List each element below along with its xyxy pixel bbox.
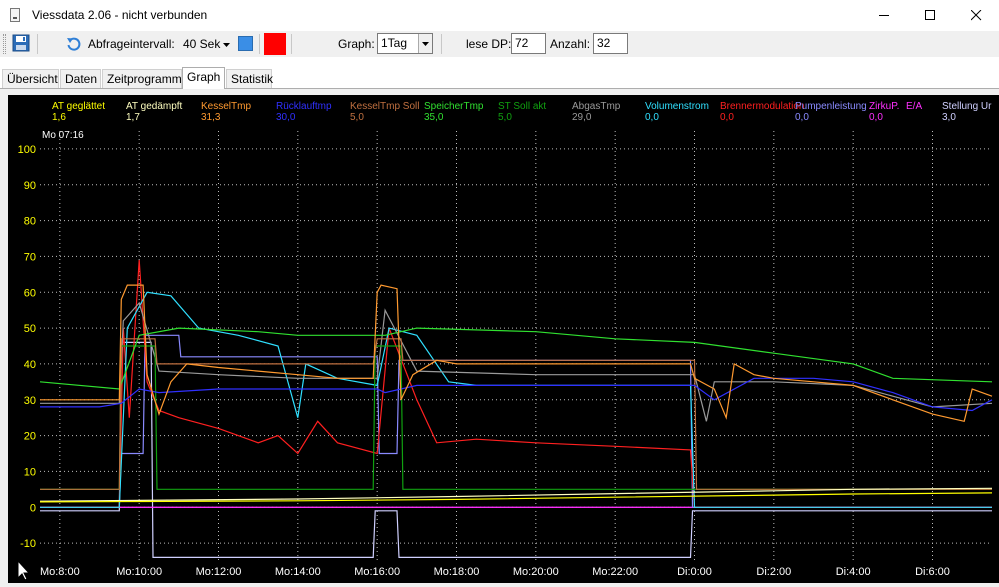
toolbar-separator — [441, 34, 442, 54]
x-tick-label: Mo:20:00 — [513, 566, 559, 578]
maximize-button[interactable] — [907, 0, 953, 31]
legend-series-value: 0,0 — [645, 112, 659, 123]
save-button[interactable] — [12, 34, 30, 52]
refresh-interval-icon[interactable] — [65, 35, 83, 53]
legend-series-name[interactable]: SpeicherTmp — [424, 101, 484, 112]
x-tick-label: Mo:22:00 — [592, 566, 638, 578]
y-tick-label: 90 — [24, 180, 36, 192]
legend-series-value: 0,0 — [720, 112, 734, 123]
connection-status-indicator — [264, 33, 286, 55]
legend-series-name[interactable]: Volumenstrom — [645, 101, 709, 112]
legend-series-value: 1,6 — [52, 112, 66, 123]
app-icon — [10, 8, 20, 22]
floppy-disk-icon — [12, 34, 30, 52]
interval-value[interactable]: 40 Sek — [183, 37, 220, 51]
chart-background — [8, 95, 999, 583]
anzahl-label: Anzahl: — [550, 37, 591, 51]
toolbar-grip[interactable] — [3, 34, 6, 54]
y-tick-label: 0 — [30, 502, 36, 514]
x-tick-label: Mo:18:00 — [434, 566, 480, 578]
chevron-down-icon[interactable] — [418, 34, 432, 53]
x-tick-label: Di:2:00 — [756, 566, 791, 578]
x-tick-label: Mo:16:00 — [354, 566, 400, 578]
lese-dp-input[interactable]: 72 — [511, 33, 546, 54]
chart-canvas[interactable]: -10 0 10 20 30 40 50 60 70 80 90 100 Mo:8:00 Mo:10:00… — [8, 95, 999, 583]
legend-series-name[interactable]: KesselTmp Soll — [350, 101, 419, 112]
toolbar-separator — [37, 34, 38, 54]
y-tick-label: 60 — [24, 287, 36, 299]
toolbar: Abfrageintervall: 40 Sek Graph: 1Tag les… — [0, 31, 999, 57]
legend-series-value: 35,0 — [424, 112, 444, 123]
tab-daten[interactable]: Daten — [60, 69, 101, 88]
legend-series-name[interactable]: Stellung Ur — [942, 101, 992, 112]
maximize-icon — [924, 10, 935, 20]
toolbar-separator — [291, 34, 292, 54]
legend-series-value: 0,0 — [869, 112, 883, 123]
graph-range-select[interactable]: 1Tag — [377, 33, 433, 54]
title-bar: Viessdata 2.06 - nicht verbunden — [0, 0, 999, 31]
y-tick-label: 20 — [24, 431, 36, 443]
mouse-cursor-icon — [17, 559, 31, 584]
minimize-button[interactable] — [861, 0, 907, 31]
legend-series-value: 0,0 — [795, 112, 809, 123]
tab-zeitprogramme[interactable]: Zeitprogramme — [102, 69, 188, 88]
y-tick-label: -10 — [20, 538, 36, 550]
lese-dp-label: lese DP: — [466, 37, 512, 51]
y-tick-label: 50 — [24, 323, 36, 335]
y-tick-label: 100 — [18, 144, 36, 156]
y-tick-label: 70 — [24, 251, 36, 263]
legend-series-name[interactable]: Pumpenleistung — [795, 101, 867, 112]
x-tick-label: Mo:8:00 — [40, 566, 80, 578]
legend-series-name[interactable]: AT gedämpft — [126, 101, 183, 112]
anzahl-input[interactable]: 32 — [593, 33, 628, 54]
y-tick-label: 80 — [24, 216, 36, 228]
legend-series-name[interactable]: ST Soll akt — [498, 101, 546, 112]
toolbar-separator — [259, 34, 260, 54]
tab-statistik[interactable]: Statistik — [226, 69, 273, 88]
tab-strip: Übersicht Daten Zeitprogramme Graph Stat… — [0, 67, 999, 89]
chevron-down-icon — [223, 43, 230, 47]
tab-uebersicht[interactable]: Übersicht — [2, 69, 59, 88]
graph-range-value: 1Tag — [381, 36, 408, 50]
y-tick-label: 30 — [24, 395, 36, 407]
graph-label: Graph: — [338, 37, 375, 51]
legend-series-value: 5,0 — [350, 112, 364, 123]
legend-series-value: 3,0 — [942, 112, 956, 123]
current-time-label: Mo 07:16 — [42, 130, 84, 141]
legend-series-name[interactable]: ZirkuP. — [869, 101, 899, 112]
x-tick-label: Di:4:00 — [836, 566, 871, 578]
legend-series-value: 5,0 — [498, 112, 512, 123]
legend-series-name[interactable]: AbgasTmp — [572, 101, 621, 112]
legend-series-name[interactable]: Rücklauftmp — [276, 101, 332, 112]
interval-label: Abfrageintervall: — [88, 37, 175, 51]
legend-series-value: 31,3 — [201, 112, 221, 123]
legend-series-name[interactable]: E/A — [906, 101, 922, 112]
y-tick-label: 40 — [24, 359, 36, 371]
minimize-icon — [878, 15, 889, 16]
window-title: Viessdata 2.06 - nicht verbunden — [32, 8, 208, 22]
legend-series-name[interactable]: KesselTmp — [201, 101, 251, 112]
close-button[interactable] — [953, 0, 999, 31]
legend-series-name[interactable]: Brennermodulation — [720, 101, 805, 112]
x-tick-label: Di:0:00 — [677, 566, 712, 578]
y-tick-label: 10 — [24, 466, 36, 478]
legend-series-name[interactable]: AT geglättet — [52, 101, 105, 112]
close-icon — [970, 10, 981, 21]
legend-series-value: 30,0 — [276, 112, 296, 123]
interval-dropdown-button[interactable] — [222, 39, 232, 49]
tab-graph[interactable]: Graph — [182, 67, 225, 89]
legend-series-value: 1,7 — [126, 112, 140, 123]
x-tick-label: Mo:10:00 — [116, 566, 162, 578]
legend-series-value: 29,0 — [572, 112, 592, 123]
x-tick-label: Di:6:00 — [915, 566, 950, 578]
stop-button[interactable] — [238, 36, 253, 51]
x-tick-label: Mo:14:00 — [275, 566, 321, 578]
x-tick-label: Mo:12:00 — [196, 566, 242, 578]
